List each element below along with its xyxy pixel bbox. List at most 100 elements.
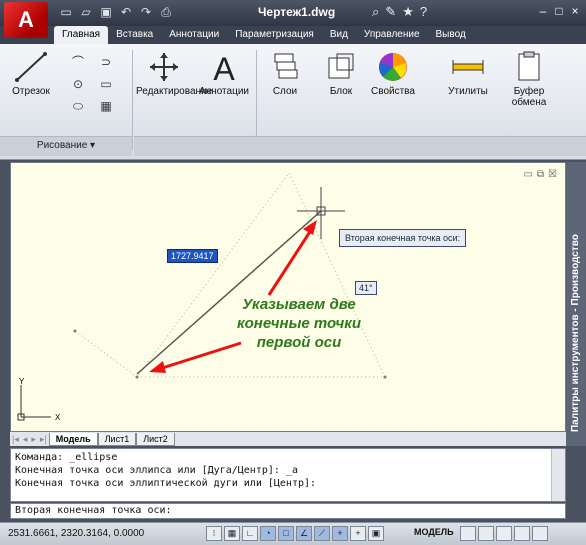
quick-view-layouts-icon[interactable] <box>460 526 476 541</box>
lineweight-toggle-icon[interactable]: + <box>350 526 366 541</box>
restore-icon[interactable]: □ <box>552 3 566 19</box>
application-menu-button[interactable]: A <box>4 2 48 38</box>
status-bar: 2531.6661, 2320.3164, 0.0000 ⁝ ▦ ∟ ◔ □ ∠… <box>0 522 586 545</box>
print-icon[interactable]: ⎙ <box>158 4 174 20</box>
otrack-toggle-icon[interactable]: ∠ <box>296 526 312 541</box>
polyline-icon[interactable]: ⌒ <box>70 54 86 70</box>
ribbon-panel-footer <box>134 136 586 156</box>
quick-access-toolbar: ▭ ▱ ▣ ↶ ↷ ⎙ <box>58 4 174 20</box>
svg-text:A: A <box>213 51 235 84</box>
grid-toggle-icon[interactable]: ▦ <box>224 526 240 541</box>
minimize-icon[interactable]: – <box>536 3 550 19</box>
qp-toggle-icon[interactable]: ▣ <box>368 526 384 541</box>
new-file-icon[interactable]: ▭ <box>58 4 74 20</box>
ucs-icon <box>17 385 51 421</box>
tab-manage[interactable]: Управление <box>356 26 428 44</box>
first-tab-nav-icon[interactable]: |◂ <box>10 434 21 445</box>
draw-tools-grid: ⌒ ⊃ ⊙ ▭ ⬭ ▦ <box>70 54 118 114</box>
modify-tool-button[interactable]: Редактирование <box>136 50 212 97</box>
layers-tool-button[interactable]: Слои <box>262 50 308 97</box>
layers-tool-label: Слои <box>272 86 298 97</box>
clipboard-tool-label: Буфер обмена <box>511 86 547 108</box>
note-line: конечные точки <box>237 315 361 332</box>
save-icon[interactable]: ▣ <box>98 4 114 20</box>
last-tab-nav-icon[interactable]: ▸| <box>38 434 49 445</box>
clipboard-tool-button[interactable]: Буфер обмена <box>504 50 554 108</box>
ducs-toggle-icon[interactable]: ⟋ <box>314 526 330 541</box>
command-scrollbar[interactable] <box>551 449 565 501</box>
binoculars-icon[interactable]: ⌕ <box>372 3 379 21</box>
tab-parametric[interactable]: Параметризация <box>227 26 322 44</box>
tab-output[interactable]: Вывод <box>428 26 474 44</box>
rectangle-icon[interactable]: ▭ <box>98 76 114 92</box>
tab-home[interactable]: Главная <box>54 26 109 44</box>
annotation-tool-button[interactable]: A Аннотации <box>196 50 252 97</box>
annotation-scale-icon[interactable] <box>496 526 512 541</box>
command-input[interactable]: Вторая конечная точка оси: <box>10 503 566 519</box>
annotation-tool-label: Аннотации <box>199 86 249 97</box>
tab-layout2[interactable]: Лист2 <box>136 432 175 446</box>
ucs-y-label: Y <box>19 377 25 386</box>
move-icon <box>150 53 178 81</box>
block-tool-label: Блок <box>329 86 353 97</box>
ribbon-tabs: Главная Вставка Аннотации Параметризация… <box>0 26 586 44</box>
properties-tool-button[interactable]: Свойства <box>368 50 418 97</box>
tool-palette-label: Палитры инструментов - Производство <box>570 234 581 432</box>
clipboard-icon <box>518 51 540 81</box>
line-tool-button[interactable]: Отрезок <box>6 50 56 97</box>
tab-annotate[interactable]: Аннотации <box>161 26 227 44</box>
command-history-line: Конечная точка оси эллипса или [Дуга/Цен… <box>15 465 298 476</box>
clean-screen-icon[interactable] <box>532 526 548 541</box>
redo-icon[interactable]: ↷ <box>138 4 154 20</box>
angle-input[interactable]: 41° <box>355 281 377 295</box>
ucs-x-label: X <box>55 413 61 422</box>
wrench-icon[interactable]: ✎ <box>385 3 396 21</box>
quick-view-drawings-icon[interactable] <box>478 526 494 541</box>
layout-tabs-bar: |◂ ◂ ▸ ▸| Модель Лист1 Лист2 <box>10 432 566 446</box>
drawing-canvas[interactable]: ▭ ⧉ ☒ 1727.9417 41° Вторая конечная точк… <box>10 162 566 432</box>
model-space-button[interactable]: МОДЕЛЬ <box>414 527 454 537</box>
workspace-switch-icon[interactable] <box>514 526 530 541</box>
undo-icon[interactable]: ↶ <box>118 4 134 20</box>
close-icon[interactable]: × <box>568 3 582 19</box>
tool-palette-strip[interactable]: Палитры инструментов - Производство <box>566 162 586 446</box>
infocenter-toolbar: ⌕ ✎ ★ ? <box>372 3 427 21</box>
tab-model[interactable]: Модель <box>48 432 98 446</box>
coordinate-readout: 2531.6661, 2320.3164, 0.0000 <box>8 528 145 539</box>
ribbon-separator <box>132 50 133 150</box>
next-tab-nav-icon[interactable]: ▸ <box>29 434 38 445</box>
ribbon-panel: Отрезок ⌒ ⊃ ⊙ ▭ ⬭ ▦ Редактирование A Анн… <box>0 44 586 160</box>
prev-tab-nav-icon[interactable]: ◂ <box>21 434 30 445</box>
measure-icon <box>452 60 484 74</box>
arc-icon[interactable]: ⊃ <box>98 54 114 70</box>
star-icon[interactable]: ★ <box>402 3 414 21</box>
dimension-input[interactable]: 1727.9417 <box>167 249 218 263</box>
layers-icon <box>274 53 298 79</box>
tab-view[interactable]: Вид <box>322 26 356 44</box>
utilities-tool-button[interactable]: Утилиты <box>440 50 496 97</box>
tab-insert[interactable]: Вставка <box>108 26 161 44</box>
instruction-note: Указываем две конечные точки первой оси <box>219 295 379 352</box>
ellipse-icon[interactable]: ⬭ <box>70 98 86 114</box>
snap-toggle-icon[interactable]: ⁝ <box>206 526 222 541</box>
open-folder-icon[interactable]: ▱ <box>78 4 94 20</box>
command-history-line: Конечная точка оси эллиптической дуги ил… <box>15 478 317 489</box>
dyn-toggle-icon[interactable]: + <box>332 526 348 541</box>
osnap-toggle-icon[interactable]: □ <box>278 526 294 541</box>
block-tool-button[interactable]: Блок <box>318 50 364 97</box>
circle-icon[interactable]: ⊙ <box>70 76 86 92</box>
ribbon-separator <box>256 50 257 150</box>
grip-point <box>73 329 77 333</box>
document-title: Чертеж1.dwg <box>258 5 336 19</box>
properties-tool-label: Свойства <box>371 86 415 97</box>
note-line: Указываем две <box>242 296 356 313</box>
tab-layout1[interactable]: Лист1 <box>97 432 137 446</box>
line-icon <box>15 52 47 82</box>
dynamic-input-tooltip: Вторая конечная точка оси: <box>339 229 467 247</box>
draw-panel-label[interactable]: Рисование ▾ <box>0 136 132 156</box>
help-icon[interactable]: ? <box>420 3 427 21</box>
ortho-toggle-icon[interactable]: ∟ <box>242 526 258 541</box>
hatch-icon[interactable]: ▦ <box>98 98 114 114</box>
polar-toggle-icon[interactable]: ◔ <box>260 526 276 541</box>
grip-point <box>383 375 387 379</box>
